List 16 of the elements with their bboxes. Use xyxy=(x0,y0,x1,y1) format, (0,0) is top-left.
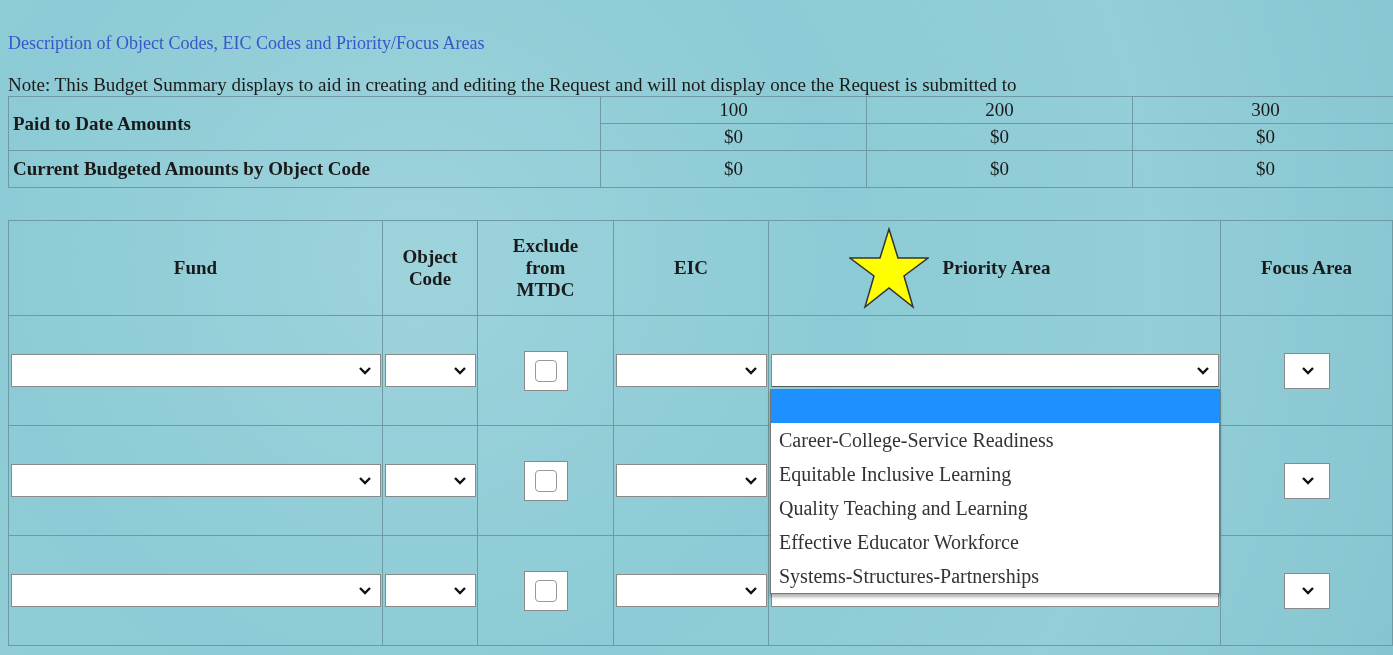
row-label: Paid to Date Amounts xyxy=(8,96,601,151)
object-code-header: 100 xyxy=(600,96,867,124)
row-label: Current Budgeted Amounts by Object Code xyxy=(8,150,601,188)
column-header: Priority Area xyxy=(942,257,1051,279)
column-header: Exclude from MTDC xyxy=(511,235,580,301)
object-code-header: 200 xyxy=(866,96,1133,124)
column-header: Object Code xyxy=(401,246,459,290)
amount-cell: $0 xyxy=(866,123,1133,151)
column-header: Fund xyxy=(173,257,218,279)
amount-cell: $0 xyxy=(600,150,867,188)
column-header: EIC xyxy=(674,257,708,279)
column-header: Focus Area xyxy=(1261,257,1352,279)
amount-cell: $0 xyxy=(600,123,867,151)
note-text: Note: This Budget Summary displays to aid in creating and editing the Request and will not display once the Request is submitted to xyxy=(8,74,1018,96)
object-code-header: 300 xyxy=(1132,96,1393,124)
amount-cell: $0 xyxy=(866,150,1133,188)
